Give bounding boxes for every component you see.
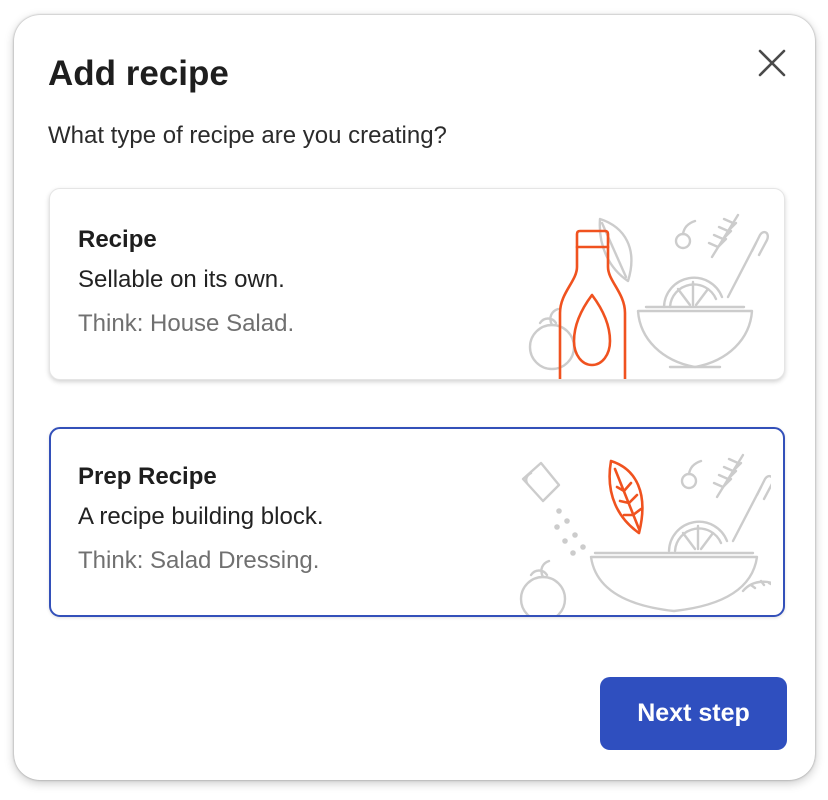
recipe-option-title: Recipe (78, 226, 157, 253)
prep-recipe-option-hint: Think: Salad Dressing. (78, 547, 320, 574)
prep-recipe-option-card[interactable]: Prep Recipe A recipe building block. Thi… (49, 427, 785, 617)
close-button[interactable] (754, 45, 790, 81)
prep-recipe-option-title: Prep Recipe (78, 463, 217, 490)
recipe-option-card[interactable]: Recipe Sellable on its own. Think: House… (49, 188, 785, 380)
prep-recipe-option-description: A recipe building block. (78, 503, 324, 530)
add-recipe-dialog: Add recipe What type of recipe are you c… (14, 15, 815, 780)
recipe-option-description: Sellable on its own. (78, 266, 285, 293)
close-icon (758, 49, 786, 77)
recipe-option-hint: Think: House Salad. (78, 310, 295, 337)
dialog-subtitle: What type of recipe are you creating? (48, 122, 447, 149)
bottle-and-salad-bowl-illustration (528, 213, 769, 379)
dialog-title: Add recipe (48, 54, 229, 93)
next-step-button[interactable]: Next step (600, 677, 787, 750)
leaf-and-salad-bowl-illustration (519, 453, 771, 615)
